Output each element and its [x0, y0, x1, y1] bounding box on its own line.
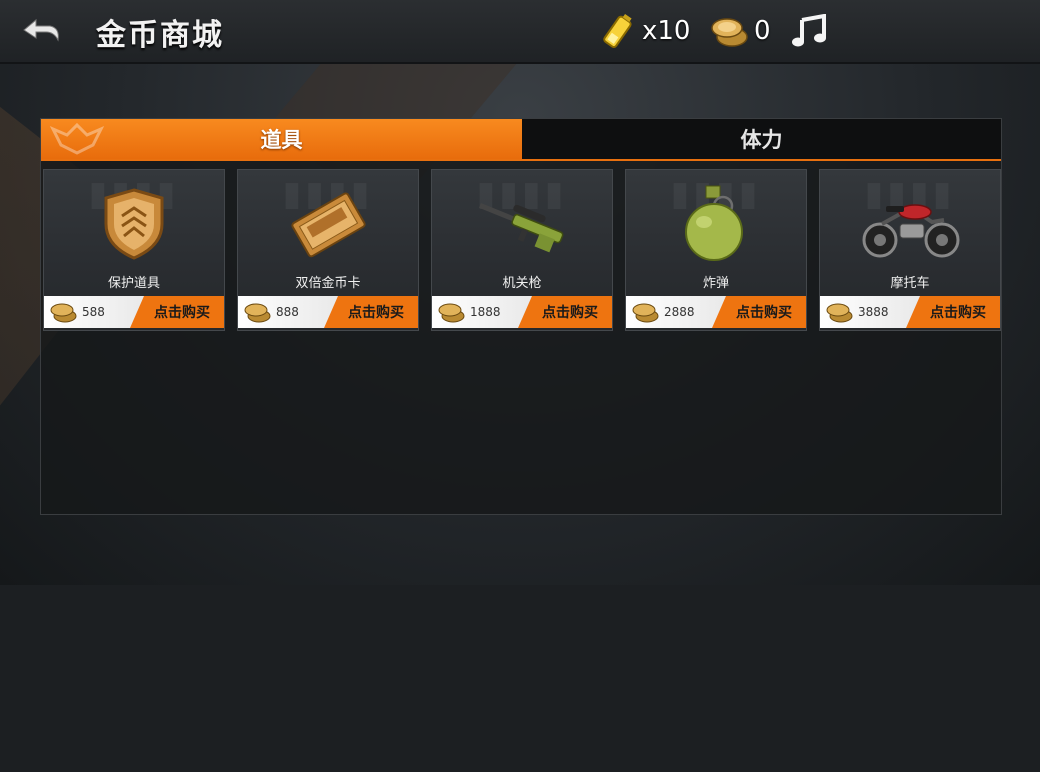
sniper-rifle-icon	[478, 203, 564, 253]
tab-stamina[interactable]: 体力	[522, 119, 1001, 159]
price-tag: 888	[238, 296, 338, 328]
price-tag: 588	[44, 296, 144, 328]
shop-panel: 道具 体力 ▮▮▮▮ 保护道具 588	[40, 118, 1002, 515]
shop-item-card: ▮▮▮▮ 摩托车 3888 点击购买	[819, 169, 1001, 331]
buy-button[interactable]: 点击购买	[130, 296, 224, 328]
wings-emblem-icon	[49, 122, 105, 155]
coin-icon	[438, 303, 465, 323]
coin-stack-icon	[711, 18, 748, 47]
item-name: 摩托车	[890, 276, 930, 291]
buy-bar: 888 点击购买	[238, 296, 418, 328]
shop-item-card: ▮▮▮▮ 机关枪 1888 点击购买	[431, 169, 613, 331]
buy-button[interactable]: 点击购买	[518, 296, 612, 328]
buy-bar: 3888 点击购买	[820, 296, 1000, 328]
tab-bar: 道具 体力	[41, 119, 1001, 161]
item-name: 保护道具	[107, 276, 160, 291]
buy-bar: 2888 点击购买	[626, 296, 806, 328]
item-name: 炸弹	[702, 276, 729, 291]
shield-badge-icon	[104, 188, 164, 260]
buy-bar: 588 点击购买	[44, 296, 224, 328]
item-price: 2888	[664, 305, 695, 319]
coin-counter: 0	[710, 12, 771, 50]
music-toggle-button[interactable]	[790, 13, 830, 48]
music-note-icon	[792, 13, 826, 47]
shop-item-card: ▮▮▮▮ 炸弹 2888 点击购买	[625, 169, 807, 331]
coin-icon	[50, 303, 77, 323]
buy-button[interactable]: 点击购买	[324, 296, 418, 328]
item-price: 588	[82, 305, 105, 319]
item-grid: ▮▮▮▮ 保护道具 588 点击购买 ▮▮▮▮	[43, 169, 1001, 331]
page-title: 金币商城	[96, 18, 224, 53]
battery-icon	[603, 13, 632, 48]
coin-icon	[632, 303, 659, 323]
price-tag: 2888	[626, 296, 726, 328]
price-tag: 3888	[820, 296, 920, 328]
item-name: 机关枪	[502, 276, 542, 291]
back-button[interactable]	[20, 12, 64, 50]
back-arrow-icon	[23, 18, 59, 42]
coin-icon	[826, 303, 853, 323]
buy-button[interactable]: 点击购买	[712, 296, 806, 328]
tab-stamina-label: 体力	[740, 128, 783, 152]
grenade-icon	[685, 185, 743, 261]
buy-bar: 1888 点击购买	[432, 296, 612, 328]
energy-counter: x10	[598, 12, 690, 50]
tab-items-label: 道具	[260, 128, 303, 152]
item-price: 888	[276, 305, 299, 319]
buy-button[interactable]: 点击购买	[906, 296, 1000, 328]
item-price: 1888	[470, 305, 501, 319]
top-bar: 金币商城 x10 0	[0, 0, 1040, 64]
price-tag: 1888	[432, 296, 532, 328]
tab-items[interactable]: 道具	[41, 119, 522, 159]
double-coin-card-icon	[291, 192, 366, 258]
item-price: 3888	[858, 305, 889, 319]
shop-item-card: ▮▮▮▮ 保护道具 588 点击购买	[43, 169, 225, 331]
item-name: 双倍金币卡	[295, 276, 361, 291]
coin-count: 0	[754, 16, 771, 46]
energy-count: x10	[642, 16, 691, 46]
motorcycle-icon	[862, 204, 960, 258]
shop-item-card: ▮▮▮▮ 双倍金币卡 888 点击购买	[237, 169, 419, 331]
coin-icon	[244, 303, 271, 323]
